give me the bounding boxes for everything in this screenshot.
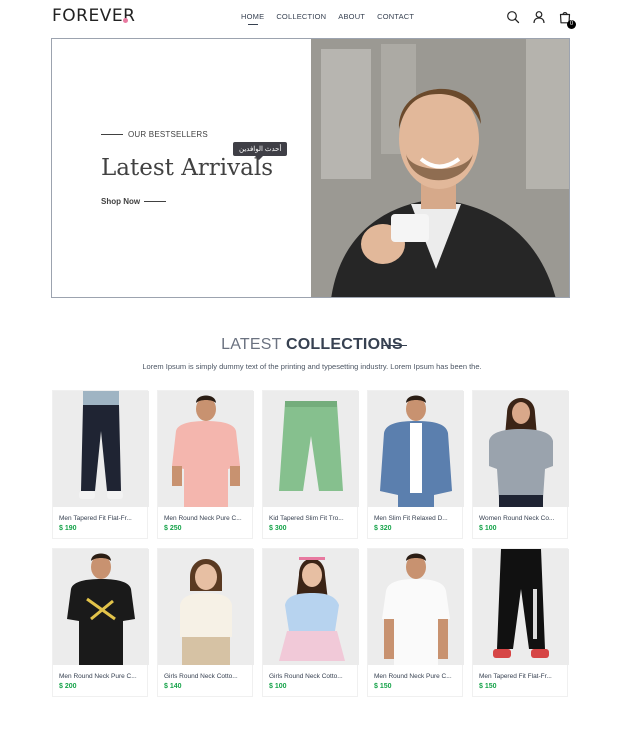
search-icon[interactable] [506, 10, 520, 24]
cart-button[interactable]: 0 [558, 10, 576, 29]
product-price: $ 150 [479, 683, 497, 690]
profile-icon[interactable] [532, 10, 546, 24]
product-name: Men Tapered Fit Flat-Fr... [479, 673, 552, 680]
product-image [263, 391, 359, 507]
brand-logo[interactable]: FOREVER [52, 6, 135, 26]
product-price: $ 300 [269, 525, 287, 532]
product-card[interactable]: Men Tapered Fit Flat-Fr... $ 190 [52, 390, 149, 539]
product-name: Women Round Neck Co... [479, 515, 555, 522]
collections-subtitle: Lorem Ipsum is simply dummy text of the … [142, 362, 482, 371]
product-name: Men Tapered Fit Flat-Fr... [59, 515, 132, 522]
eyebrow-line [101, 134, 123, 135]
product-name: Girls Round Neck Cotto... [164, 673, 238, 680]
navbar: FOREVER HOME COLLECTION ABOUT CONTACT 0 [0, 0, 624, 34]
product-price: $ 190 [59, 525, 77, 532]
shop-now-link[interactable]: Shop Now [101, 197, 140, 206]
product-image [53, 549, 149, 665]
collections-title-line [383, 345, 407, 346]
nav-collection[interactable]: COLLECTION [276, 12, 326, 21]
product-card[interactable]: Girls Round Neck Cotto... $ 100 [262, 548, 359, 697]
product-card[interactable]: Men Round Neck Pure C... $ 250 [157, 390, 254, 539]
product-image [53, 391, 149, 507]
hero-man-illustration [310, 39, 569, 297]
product-card[interactable]: Girls Round Neck Cotto... $ 140 [157, 548, 254, 697]
product-card[interactable]: Men Round Neck Pure C... $ 150 [367, 548, 464, 697]
product-grid: Men Tapered Fit Flat-Fr... $ 190 Men Rou… [52, 390, 570, 697]
translation-tooltip: أحدث الوافدين [233, 142, 288, 160]
hero-image [310, 39, 569, 297]
product-price: $ 100 [269, 683, 287, 690]
product-price: $ 320 [374, 525, 392, 532]
product-card[interactable]: Men Slim Fit Relaxed D... $ 320 [367, 390, 464, 539]
nav-icons: 0 [506, 10, 576, 29]
product-price: $ 200 [59, 683, 77, 690]
product-card[interactable]: Women Round Neck Co... $ 100 [472, 390, 569, 539]
cart-count-badge: 0 [567, 20, 576, 29]
collections-title: LATEST COLLECTIONS [0, 336, 624, 354]
product-price: $ 140 [164, 683, 182, 690]
hero-title: Latest Arrivals [101, 155, 274, 181]
product-image [368, 391, 464, 507]
product-card[interactable]: Kid Tapered Slim Fit Tro... $ 300 [262, 390, 359, 539]
hero-banner: OUR BESTSELLERS Latest Arrivals Shop Now… [51, 38, 570, 298]
nav-home[interactable]: HOME [241, 12, 264, 21]
product-image [368, 549, 464, 665]
shop-now-line [144, 201, 166, 202]
product-image [473, 391, 569, 507]
product-name: Men Round Neck Pure C... [164, 515, 242, 522]
product-name: Men Round Neck Pure C... [59, 673, 137, 680]
logo-dot [123, 18, 128, 23]
nav-contact[interactable]: CONTACT [377, 12, 414, 21]
product-card[interactable]: Men Tapered Fit Flat-Fr... $ 150 [472, 548, 569, 697]
product-card[interactable]: Men Round Neck Pure C... $ 200 [52, 548, 149, 697]
product-image [263, 549, 359, 665]
product-name: Girls Round Neck Cotto... [269, 673, 343, 680]
hero-text-panel: OUR BESTSELLERS Latest Arrivals Shop Now… [52, 39, 311, 297]
product-name: Men Slim Fit Relaxed D... [374, 515, 448, 522]
product-name: Kid Tapered Slim Fit Tro... [269, 515, 344, 522]
product-image [473, 549, 569, 665]
nav-about[interactable]: ABOUT [338, 12, 365, 21]
product-image [158, 549, 254, 665]
collections-title-light: LATEST [221, 336, 282, 353]
product-image [158, 391, 254, 507]
nav-links: HOME COLLECTION ABOUT CONTACT [241, 12, 414, 21]
product-price: $ 100 [479, 525, 497, 532]
product-price: $ 150 [374, 683, 392, 690]
product-name: Men Round Neck Pure C... [374, 673, 452, 680]
hero-eyebrow: OUR BESTSELLERS [128, 130, 208, 139]
product-price: $ 250 [164, 525, 182, 532]
